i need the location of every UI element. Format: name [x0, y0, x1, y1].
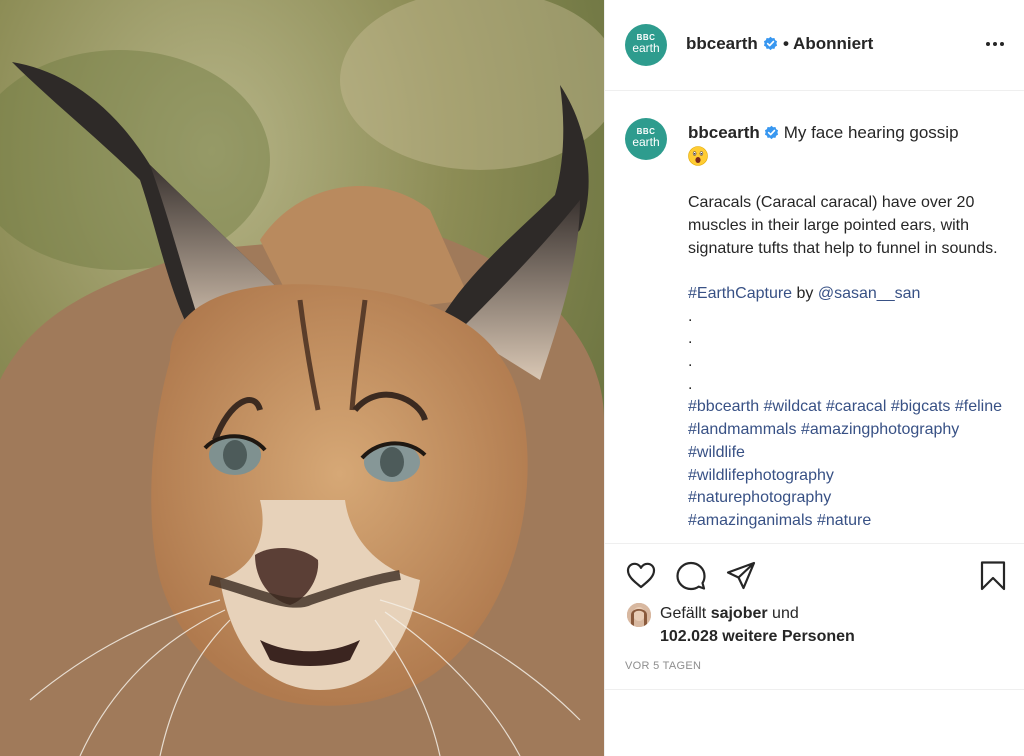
verified-badge-icon — [763, 36, 777, 51]
hashtag-link[interactable]: #wildlifephotography — [688, 467, 834, 484]
caption-username-link[interactable]: bbcearth — [688, 123, 760, 142]
hashtag-link[interactable]: #naturephotography — [688, 489, 831, 506]
account-username-link[interactable]: bbcearth — [686, 34, 758, 53]
hashtag-link[interactable]: #nature — [817, 512, 871, 529]
likes-prefix: Gefällt — [660, 605, 711, 622]
caption-dot: . — [688, 353, 693, 371]
post-sidebar: BBC earth bbcearth • Abonniert BBC earth… — [604, 0, 1024, 756]
mention-link[interactable]: @sasan__san — [818, 285, 921, 302]
more-options-icon[interactable] — [985, 36, 1005, 52]
hashtag-link[interactable]: #landmammals — [688, 421, 796, 438]
caption-dot: . — [688, 330, 693, 348]
avatar-text-earth: earth — [632, 41, 660, 55]
actions-section: Gefällt sajober und 102.028 weitere Pers… — [605, 543, 1024, 690]
caption-body: Caracals (Caracal caracal) have over 20 … — [688, 194, 998, 257]
caption-by-text: by — [792, 284, 818, 302]
post-header: BBC earth bbcearth • Abonniert — [605, 0, 1024, 91]
caption-text: bbcearth My face hearing gossip Caracals… — [688, 122, 1003, 533]
hashtag-link[interactable]: #EarthCapture — [688, 285, 792, 302]
caption-avatar[interactable]: BBC earth — [625, 118, 667, 160]
hashtag-link[interactable]: #caracal — [826, 398, 886, 415]
avatar-text-earth: earth — [632, 135, 660, 149]
hashtag-link[interactable]: #wildlife — [688, 444, 745, 461]
caption-section: BBC earth bbcearth My face hearing gossi… — [605, 92, 1024, 542]
likes-line: Gefällt sajober und — [660, 605, 799, 623]
follow-status-button[interactable]: • Abonniert — [783, 34, 873, 54]
liker-avatar-image — [627, 603, 651, 627]
caption-title: My face hearing gossip — [783, 123, 959, 142]
bookmark-icon[interactable] — [977, 560, 1009, 592]
post-timestamp[interactable]: VOR 5 TAGEN — [625, 660, 701, 672]
caption-dot: . — [688, 307, 693, 325]
caracal-photo — [0, 0, 604, 756]
heart-icon[interactable] — [625, 560, 657, 592]
caption-dot: . — [688, 375, 693, 393]
post-image[interactable] — [0, 0, 604, 756]
astonished-face-emoji-icon — [688, 145, 708, 166]
liker-avatar[interactable] — [627, 603, 651, 627]
likes-suffix: und — [767, 605, 799, 622]
account-avatar[interactable]: BBC earth — [625, 24, 667, 66]
liker-username-link[interactable]: sajober — [711, 605, 768, 622]
account-username-row: bbcearth — [686, 34, 778, 54]
hashtag-link[interactable]: #bigcats — [891, 398, 951, 415]
hashtag-link[interactable]: #bbcearth — [688, 398, 759, 415]
likes-count-link[interactable]: 102.028 weitere Personen — [660, 628, 855, 646]
hashtag-link[interactable]: #amazinganimals — [688, 512, 813, 529]
comment-icon[interactable] — [675, 560, 707, 592]
hashtag-link[interactable]: #feline — [955, 398, 1002, 415]
verified-badge-icon — [765, 125, 779, 140]
send-icon[interactable] — [725, 560, 757, 592]
hashtag-link[interactable]: #amazingphotography — [801, 421, 959, 438]
hashtag-link[interactable]: #wildcat — [764, 398, 822, 415]
